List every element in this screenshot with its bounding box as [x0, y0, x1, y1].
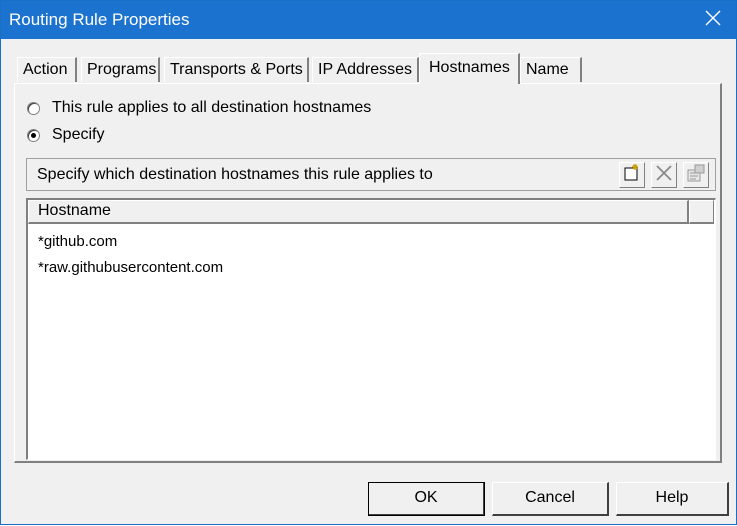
delete-icon [655, 164, 673, 187]
radio-button-all[interactable] [27, 101, 40, 115]
radio-all-hostnames[interactable]: This rule applies to all destination hos… [27, 98, 371, 118]
list-item[interactable]: *github.com [38, 230, 117, 254]
hostname-list[interactable]: Hostname *github.com *raw.githubusercont… [26, 198, 716, 460]
hostnames-header-text: Specify which destination hostnames this… [37, 166, 433, 183]
delete-hostname-button[interactable] [651, 162, 677, 188]
dialog-window: Routing Rule Properties Action Programs … [0, 0, 737, 525]
radio-specify-label: Specify [52, 126, 105, 143]
new-hostname-button[interactable] [619, 162, 645, 188]
hostnames-header-bar: Specify which destination hostnames this… [26, 158, 716, 191]
cancel-button[interactable]: Cancel [492, 482, 609, 516]
radio-specify[interactable]: Specify [27, 125, 104, 145]
help-button[interactable]: Help [616, 482, 729, 516]
column-header-hostname[interactable]: Hostname [28, 200, 689, 224]
radio-button-specify[interactable] [27, 128, 40, 142]
properties-hostname-button[interactable] [683, 162, 709, 188]
column-header-filler [689, 200, 714, 224]
new-icon [622, 163, 642, 188]
list-item[interactable]: *raw.githubusercontent.com [38, 256, 223, 280]
ok-button[interactable]: OK [368, 482, 485, 516]
radio-all-label: This rule applies to all destination hos… [52, 99, 372, 116]
properties-icon [686, 163, 706, 188]
